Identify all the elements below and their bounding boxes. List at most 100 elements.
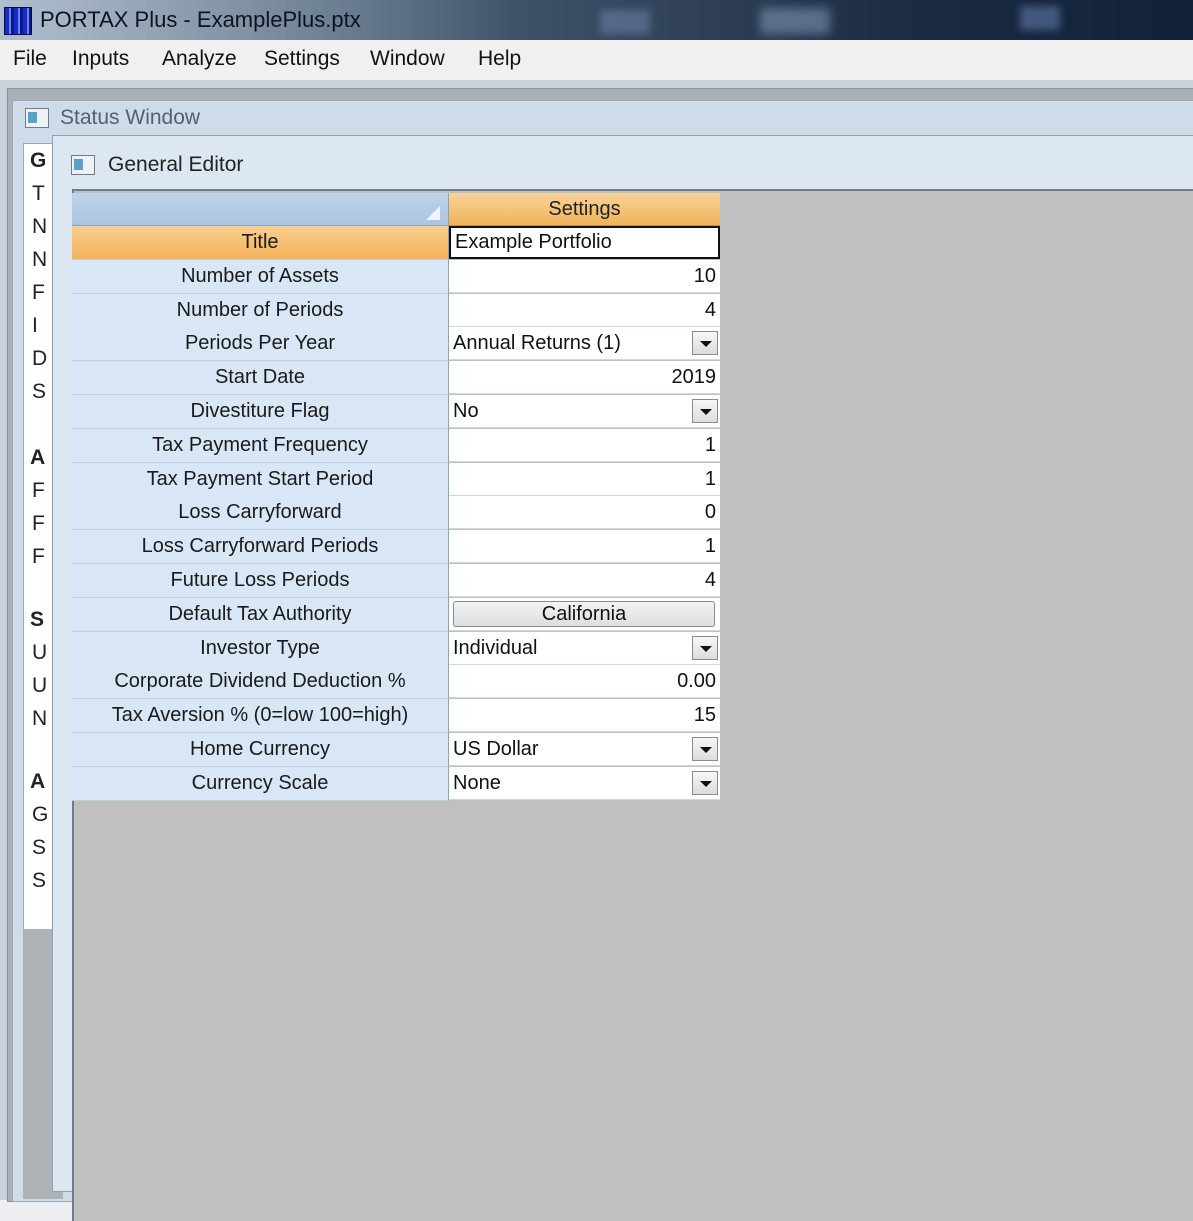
grid-row: Periods Per Year Annual Returns (1) (72, 327, 720, 362)
cell-value: Individual (453, 636, 538, 659)
status-section-heading: A (30, 446, 46, 469)
grid-row: Number of Periods 4 (72, 293, 720, 328)
value-cell[interactable]: US Dollar (449, 733, 720, 766)
grid-row: Number of Assets 10 (72, 259, 720, 294)
cell-value: 1 (704, 535, 716, 558)
menu-help[interactable]: Help (478, 47, 521, 71)
status-line: D (32, 347, 48, 370)
grid-row: Title Example Portfolio (72, 226, 720, 260)
menu-window[interactable]: Window (370, 47, 445, 71)
dropdown-arrow-icon[interactable] (692, 635, 718, 660)
status-line: F (32, 545, 45, 568)
value-cell[interactable]: No (449, 395, 720, 428)
row-header[interactable]: Investor Type (72, 631, 449, 666)
general-editor-title: General Editor (108, 153, 244, 176)
value-cell[interactable]: 4 (449, 564, 720, 597)
status-line: G (32, 803, 49, 826)
row-header[interactable]: Periods Per Year (72, 327, 449, 362)
row-header[interactable]: Loss Carryforward (72, 496, 449, 531)
cell-value: 1 (704, 433, 716, 456)
cell-value: Annual Returns (1) (453, 332, 621, 355)
row-header[interactable]: Default Tax Authority (72, 597, 449, 632)
column-header-settings[interactable]: Settings (449, 193, 720, 226)
grid-row: Home Currency US Dollar (72, 733, 720, 767)
row-header[interactable]: Corporate Dividend Deduction % (72, 665, 449, 700)
row-header[interactable]: Tax Aversion % (0=low 100=high) (72, 699, 449, 734)
value-cell[interactable]: 10 (449, 259, 720, 293)
status-line: T (32, 182, 45, 205)
menu-file[interactable]: File (13, 47, 47, 71)
value-cell[interactable]: Individual (449, 631, 720, 665)
menu-bar: File Inputs Analyze Settings Window Help (0, 40, 1193, 81)
cell-value: US Dollar (453, 738, 539, 760)
grid-row: Divestiture Flag No (72, 395, 720, 429)
menu-inputs[interactable]: Inputs (72, 47, 129, 71)
cell-value: No (453, 400, 479, 422)
value-cell[interactable]: 15 (449, 699, 720, 733)
grid-row: Currency Scale None (72, 766, 720, 801)
dropdown-arrow-icon[interactable] (692, 331, 718, 356)
value-cell[interactable]: 1 (449, 428, 720, 462)
status-line: U (32, 674, 48, 697)
status-line: U (32, 641, 48, 664)
grid-row: Loss Carryforward 0 (72, 496, 720, 531)
window-icon (25, 108, 49, 128)
row-header[interactable]: Divestiture Flag (72, 395, 449, 429)
value-cell[interactable]: California (449, 597, 720, 631)
row-header[interactable]: Future Loss Periods (72, 564, 449, 598)
cell-value: None (453, 771, 501, 794)
value-cell[interactable]: 4 (449, 293, 720, 327)
grid-corner-select-all[interactable] (72, 193, 449, 226)
status-line: F (32, 281, 45, 304)
status-section-heading: G (30, 149, 47, 172)
dropdown-arrow-icon[interactable] (692, 770, 718, 795)
dropdown-arrow-icon[interactable] (692, 737, 718, 761)
row-header[interactable]: Loss Carryforward Periods (72, 530, 449, 565)
row-header[interactable]: Tax Payment Start Period (72, 462, 449, 497)
value-cell[interactable]: 0.00 (449, 665, 720, 699)
grid-row: Investor Type Individual (72, 631, 720, 666)
value-cell[interactable]: Annual Returns (1) (449, 327, 720, 361)
status-section-heading: S (30, 608, 45, 631)
status-section-heading: A (30, 770, 46, 793)
value-cell[interactable]: None (449, 766, 720, 800)
cell-value: 2019 (671, 366, 717, 389)
cell-value: 15 (693, 704, 716, 727)
status-line: S (32, 836, 47, 859)
cell-value: 4 (704, 298, 716, 321)
value-cell[interactable]: 2019 (449, 361, 720, 395)
grid-row: Loss Carryforward Periods 1 (72, 530, 720, 565)
window-icon (71, 155, 95, 175)
row-header[interactable]: Tax Payment Frequency (72, 428, 449, 463)
row-header[interactable]: Title (72, 226, 449, 260)
status-line: N (32, 248, 48, 271)
status-window-title: Status Window (60, 106, 201, 129)
app-icon (4, 7, 32, 35)
value-cell[interactable]: Example Portfolio (449, 226, 720, 259)
background-deco (1020, 6, 1060, 30)
app-title: PORTAX Plus - ExamplePlus.ptx (40, 7, 361, 32)
value-cell[interactable]: 0 (449, 496, 720, 530)
grid-row: Tax Aversion % (0=low 100=high) 15 (72, 699, 720, 734)
menu-analyze[interactable]: Analyze (162, 47, 237, 71)
grid-row: Corporate Dividend Deduction % 0.00 (72, 665, 720, 700)
status-line: N (32, 215, 48, 238)
background-deco (600, 10, 650, 34)
value-cell[interactable]: 1 (449, 462, 720, 496)
grid-row: Future Loss Periods 4 (72, 564, 720, 598)
row-header[interactable]: Start Date (72, 361, 449, 396)
row-header[interactable]: Home Currency (72, 733, 449, 767)
grid-row: Tax Payment Frequency 1 (72, 428, 720, 463)
cell-value: 10 (693, 264, 716, 287)
row-header[interactable]: Number of Periods (72, 293, 449, 328)
grid-row: Default Tax Authority California (72, 597, 720, 632)
menu-settings[interactable]: Settings (264, 47, 340, 71)
value-cell[interactable]: 1 (449, 530, 720, 564)
status-line: S (32, 869, 47, 892)
grid-row: Tax Payment Start Period 1 (72, 462, 720, 497)
row-header[interactable]: Currency Scale (72, 766, 449, 801)
tax-authority-button[interactable]: California (453, 600, 715, 627)
background-deco (760, 8, 830, 34)
row-header[interactable]: Number of Assets (72, 259, 449, 294)
dropdown-arrow-icon[interactable] (692, 399, 718, 423)
